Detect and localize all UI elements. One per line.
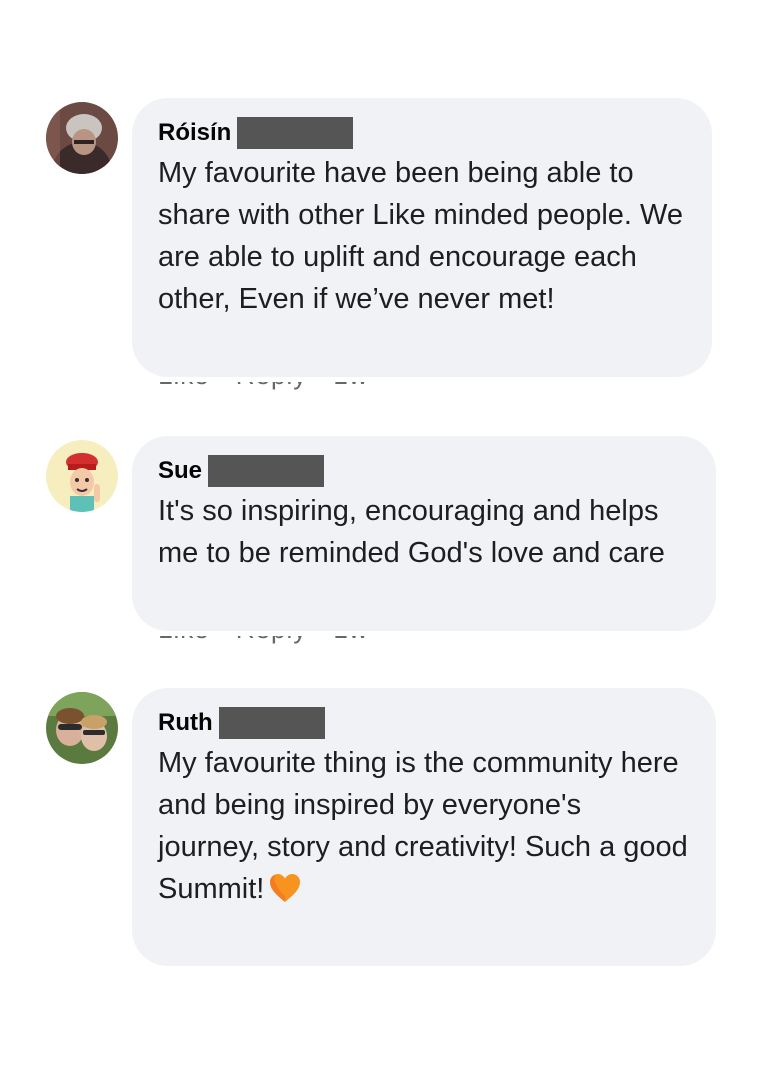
- comment-item: Sue It's so inspiring, encouraging and h…: [46, 436, 726, 651]
- avatar[interactable]: [46, 440, 118, 512]
- comment-text: My favourite thing is the community here…: [158, 742, 690, 916]
- orange-heart-icon: [268, 872, 302, 916]
- redacted-surname: [208, 455, 325, 487]
- comment-bubble: Ruth My favourite thing is the community…: [132, 688, 716, 966]
- bitmoji-avatar-icon: [46, 440, 118, 512]
- comment-bubble: Róisín My favourite have been being able…: [132, 98, 712, 377]
- comment-actions[interactable]: Like · Reply · 1w: [158, 636, 378, 648]
- avatar-photo-icon: [46, 692, 118, 764]
- comment-actions-label: Like · Reply · 1w: [158, 382, 369, 391]
- comment-author[interactable]: Róisín: [158, 116, 231, 150]
- redacted-surname: [218, 707, 325, 739]
- avatar[interactable]: [46, 692, 118, 764]
- comment-text: My favourite have been being able to sha…: [158, 157, 683, 315]
- redacted-surname: [237, 117, 354, 149]
- avatar-photo-icon: [46, 102, 118, 174]
- comment-author[interactable]: Sue: [158, 454, 202, 488]
- comment-text-body: My favourite thing is the community here…: [158, 747, 688, 905]
- comment-actions[interactable]: Like · Reply · 1w: [158, 382, 378, 394]
- comment-item: Róisín My favourite have been being able…: [46, 98, 726, 398]
- comment-bubble: Sue It's so inspiring, encouraging and h…: [132, 436, 716, 631]
- comment-author[interactable]: Ruth: [158, 706, 213, 740]
- comment-item: Ruth My favourite thing is the community…: [46, 688, 726, 978]
- comment-actions-label: Like · Reply · 1w: [158, 636, 369, 645]
- avatar[interactable]: [46, 102, 118, 174]
- comment-text: It's so inspiring, encouraging and helps…: [158, 495, 665, 569]
